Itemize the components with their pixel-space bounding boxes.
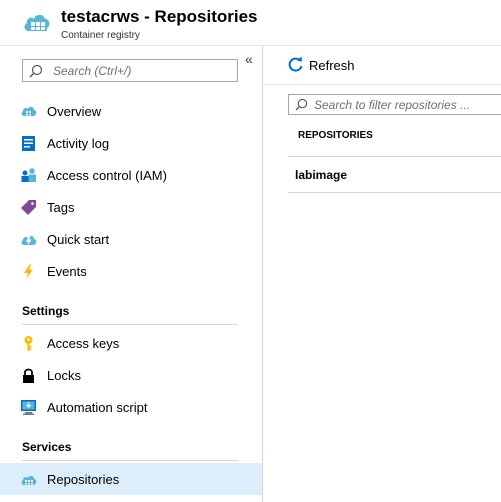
- sidebar-item-access-control[interactable]: Access control (IAM): [0, 159, 262, 191]
- table-row[interactable]: labimage: [288, 157, 501, 192]
- automation-script-icon: [21, 400, 36, 415]
- page-subtitle: Container registry: [61, 30, 140, 41]
- blade-header: testacrws - Repositories Container regis…: [0, 0, 501, 46]
- section-heading-settings: Settings: [22, 304, 70, 318]
- refresh-icon: [288, 56, 303, 72]
- sidebar-item-label: Tags: [47, 200, 75, 215]
- tag-icon: [21, 200, 36, 215]
- sidebar-item-label: Access keys: [47, 336, 120, 351]
- sidebar-item-automation-script[interactable]: Automation script: [0, 391, 262, 423]
- sidebar-item-access-keys[interactable]: Access keys: [0, 327, 262, 359]
- sidebar-item-events[interactable]: Events: [0, 255, 262, 287]
- resource-menu: Search (Ctrl+/) « Overview Activity log …: [0, 46, 263, 502]
- section-divider: [22, 324, 238, 325]
- lightning-icon: [24, 264, 33, 279]
- container-registry-cloud-icon: [24, 14, 50, 31]
- filter-repositories-input[interactable]: Search to filter repositories ...: [288, 94, 501, 115]
- sidebar-item-label: Quick start: [47, 232, 110, 247]
- quick-start-cloud-icon: [21, 235, 37, 246]
- sidebar-item-quick-start[interactable]: Quick start: [0, 223, 262, 255]
- sidebar-item-label: Activity log: [47, 136, 110, 151]
- activity-log-icon: [22, 136, 35, 151]
- search-icon: [29, 64, 43, 78]
- sidebar-item-label: Repositories: [47, 472, 120, 487]
- filter-placeholder: Search to filter repositories ...: [314, 98, 471, 112]
- collapse-menu-button[interactable]: «: [245, 51, 253, 67]
- repositories-icon: [21, 475, 37, 485]
- sidebar-item-label: Automation script: [47, 400, 148, 415]
- column-header-repositories: REPOSITORIES: [298, 130, 373, 141]
- refresh-label: Refresh: [309, 58, 355, 73]
- users-icon: [21, 168, 36, 182]
- sidebar-item-overview[interactable]: Overview: [0, 95, 262, 127]
- overview-cloud-icon: [21, 106, 37, 116]
- sidebar-item-locks[interactable]: Locks: [0, 359, 262, 391]
- sidebar-item-label: Events: [47, 264, 87, 279]
- sidebar-item-label: Overview: [47, 104, 102, 119]
- page-title: testacrws - Repositories: [61, 7, 258, 26]
- sidebar-item-tags[interactable]: Tags: [0, 191, 262, 223]
- menu-search-input[interactable]: Search (Ctrl+/): [22, 59, 238, 82]
- command-bar: Refresh: [264, 46, 501, 85]
- repositories-blade: Refresh Search to filter repositories ..…: [264, 46, 501, 502]
- sidebar-item-activity-log[interactable]: Activity log: [0, 127, 262, 159]
- section-divider: [22, 460, 238, 461]
- sidebar-item-label: Access control (IAM): [47, 168, 167, 183]
- row-divider: [288, 192, 501, 193]
- section-heading-services: Services: [22, 440, 72, 454]
- sidebar-item-repositories[interactable]: Repositories: [0, 463, 262, 495]
- search-icon: [295, 98, 308, 111]
- sidebar-item-label: Locks: [47, 368, 81, 383]
- menu-search-placeholder: Search (Ctrl+/): [53, 64, 132, 78]
- repository-name: labimage: [295, 168, 348, 182]
- key-icon: [24, 336, 33, 351]
- lock-icon: [23, 368, 34, 383]
